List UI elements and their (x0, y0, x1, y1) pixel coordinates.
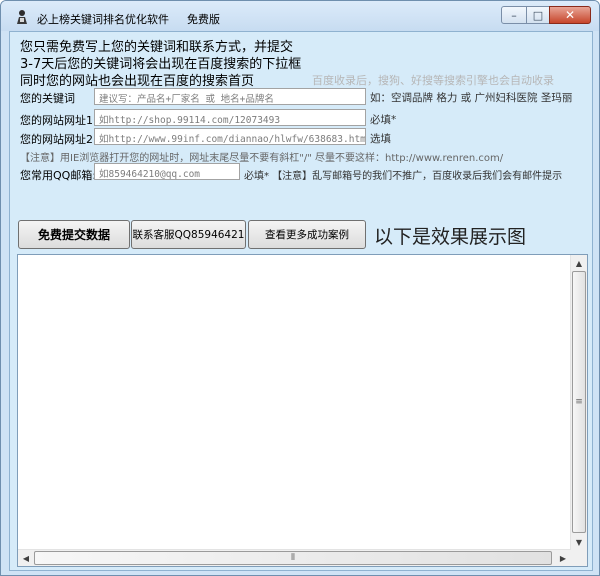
qq-email-label: 您常用QQ邮箱: (20, 169, 97, 182)
effect-display-area[interactable]: ▲ ≡ ▼ ◀ ⦀ ▶ (17, 254, 588, 567)
scroll-down-icon[interactable]: ▼ (571, 534, 587, 550)
scroll-left-icon[interactable]: ◀ (18, 550, 34, 566)
contact-support-button[interactable]: 联系客服QQ85946421 (131, 220, 246, 249)
horizontal-scrollbar[interactable]: ◀ ⦀ ▶ (18, 549, 571, 566)
scroll-right-icon[interactable]: ▶ (555, 550, 571, 566)
effect-heading: 以下是效果展示图 (374, 226, 527, 248)
window-title: 必上榜关键词排名优化软件 (37, 13, 169, 26)
app-window: 必上榜关键词排名优化软件 免费版 – □ ✕ 您只需免费写上您的关键词和联系方式… (0, 0, 600, 576)
more-cases-button[interactable]: 查看更多成功案例 (248, 220, 366, 249)
search-engine-note: 百度收录后，搜狗、好搜等搜索引擎也会自动收录 (312, 74, 554, 87)
url2-input[interactable]: 如http://www.99inf.com/diannao/hlwfw/6386… (94, 128, 366, 145)
maximize-icon: □ (532, 8, 544, 22)
title-bar[interactable]: 必上榜关键词排名优化软件 免费版 – □ ✕ (1, 1, 599, 31)
url-format-note: 【注意】用IE浏览器打开您的网址时，网址末尾尽量不要有斜杠"/" 尽量不要这样：… (20, 153, 504, 164)
keyword-input[interactable]: 建议写：产品名+厂家名 或 地名+品牌名 (94, 88, 366, 105)
qq-email-input[interactable]: 如859464210@qq.com (94, 163, 240, 180)
minimize-button[interactable]: – (501, 6, 527, 24)
close-button[interactable]: ✕ (549, 6, 591, 24)
submit-button[interactable]: 免费提交数据 (18, 220, 130, 249)
edition-label: 免费版 (187, 13, 220, 26)
url2-optional-hint: 选填 (370, 133, 391, 145)
keyword-example: 如：空调品牌 格力 或 广州妇科医院 圣玛丽 (370, 92, 573, 104)
horizontal-scroll-thumb[interactable]: ⦀ (34, 551, 552, 565)
keyword-label: 您的关键词 (20, 92, 75, 105)
maximize-button[interactable]: □ (526, 6, 550, 24)
main-panel: 您只需免费写上您的关键词和联系方式，并提交 3-7天后您的关键词将会出现在百度搜… (9, 31, 593, 571)
app-logo-icon (17, 10, 27, 24)
scrollbar-corner (571, 550, 587, 566)
intro-line-3: 同时您的网站也会出现在百度的搜索首页 (20, 74, 255, 89)
url1-label: 您的网站网址1: (20, 114, 97, 127)
url2-label: 您的网站网址2: (20, 133, 97, 146)
url1-input[interactable]: 如http://shop.99114.com/12073493 (94, 109, 366, 126)
close-icon: ✕ (564, 8, 576, 22)
scroll-up-icon[interactable]: ▲ (571, 255, 587, 271)
url1-required-hint: 必填* (370, 114, 397, 126)
minimize-icon: – (511, 8, 517, 22)
vertical-scrollbar[interactable]: ▲ ≡ ▼ (570, 255, 587, 550)
vertical-scroll-thumb[interactable]: ≡ (572, 271, 586, 533)
qq-email-hint: 必填* 【注意】乱写邮箱号的我们不推广，百度收录后我们会有邮件提示 (244, 171, 563, 182)
